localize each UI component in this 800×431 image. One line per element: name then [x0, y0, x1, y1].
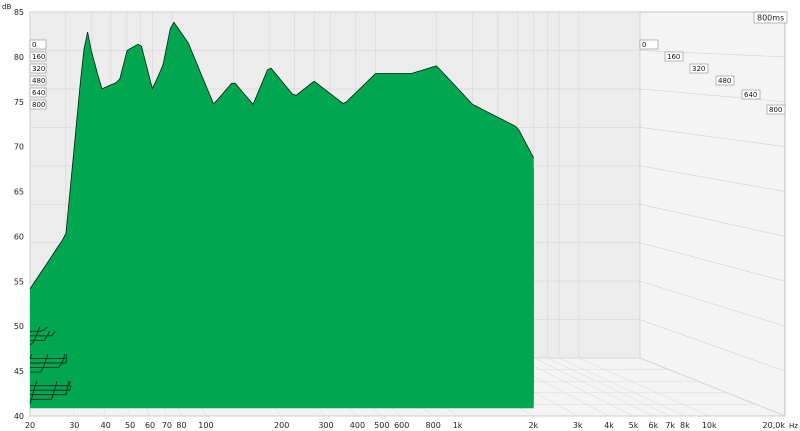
y-axis-label: dB: [2, 3, 11, 11]
svg-text:480: 480: [718, 77, 731, 85]
time-label-right: 0: [639, 39, 659, 50]
x-tick-label: 4k: [604, 421, 614, 430]
svg-text:640: 640: [32, 89, 45, 97]
x-tick-label: 20,0k: [763, 421, 786, 430]
x-tick-label: 8k: [680, 421, 690, 430]
time-label-left: 0: [29, 39, 47, 50]
x-tick-label: 2k: [528, 421, 538, 430]
y-tick-label: 70: [14, 143, 24, 152]
svg-text:160: 160: [32, 53, 45, 61]
svg-text:320: 320: [692, 65, 705, 73]
time-label-left: 320: [29, 63, 47, 74]
x-tick-label: 7k: [665, 421, 675, 430]
x-tick-label: 1k: [453, 421, 463, 430]
svg-text:800: 800: [769, 106, 782, 114]
x-tick-label: 20: [25, 421, 35, 430]
y-tick-label: 40: [14, 412, 24, 421]
svg-text:480: 480: [32, 77, 45, 85]
waterfall-chart: 40455055606570758085 20 30 40 50 60 70 80 100 20…: [2, 3, 798, 430]
x-tick-label: 50: [125, 421, 135, 430]
svg-text:0: 0: [642, 41, 646, 49]
time-label-right: 480: [715, 75, 735, 86]
x-tick-label: 5k: [629, 421, 639, 430]
x-tick-label: 30: [69, 421, 79, 430]
x-tick-label: 200: [274, 421, 289, 430]
time-label-left: 480: [29, 75, 47, 86]
y-tick-label: 80: [14, 53, 24, 62]
x-tick-label: 600: [394, 421, 409, 430]
time-label-left: 640: [29, 87, 47, 98]
x-tick-label: 70: [162, 421, 172, 430]
x-tick-label: 60: [145, 421, 155, 430]
x-tick-label: 3k: [573, 421, 583, 430]
y-tick-label: 85: [14, 8, 24, 17]
y-tick-label: 65: [14, 188, 24, 197]
time-label-right: 800: [766, 104, 786, 115]
x-tick-label: 10k: [702, 421, 717, 430]
y-tick-label: 75: [14, 98, 24, 107]
x-tick-label: 500: [374, 421, 389, 430]
time-label-left: 160: [29, 51, 47, 62]
svg-text:640: 640: [744, 91, 757, 99]
y-tick-label: 50: [14, 322, 24, 331]
time-range-badge: 800ms: [753, 11, 788, 24]
x-tick-label: 400: [350, 421, 365, 430]
svg-text:320: 320: [32, 65, 45, 73]
y-axis-ticks: 40 45 50 55 60 65 70 75 80 85: [14, 8, 24, 421]
svg-text:800: 800: [32, 101, 45, 109]
time-label-right: 640: [741, 89, 761, 100]
time-label-right: 320: [689, 63, 709, 74]
x-tick-label: 800: [426, 421, 441, 430]
x-tick-label: 300: [318, 421, 333, 430]
x-tick-label: 100: [198, 421, 213, 430]
y-tick-label: 45: [14, 367, 24, 376]
time-label-left: 800: [29, 99, 47, 110]
x-tick-label: 6k: [649, 421, 659, 430]
y-tick-label: 60: [14, 232, 24, 241]
x-axis-label: Hz: [789, 422, 798, 430]
svg-text:160: 160: [667, 53, 680, 61]
x-axis-ticks: 20 30 40 50 60 70 80 100 200 300 400 500 600 800 1k 2k 3…: [25, 421, 785, 430]
time-range-label: 800ms: [757, 14, 784, 23]
x-tick-label: 80: [176, 421, 186, 430]
svg-text:0: 0: [32, 41, 36, 49]
y-tick-label: 55: [14, 277, 24, 286]
x-tick-label: 40: [101, 421, 111, 430]
time-label-right: 160: [664, 51, 684, 62]
